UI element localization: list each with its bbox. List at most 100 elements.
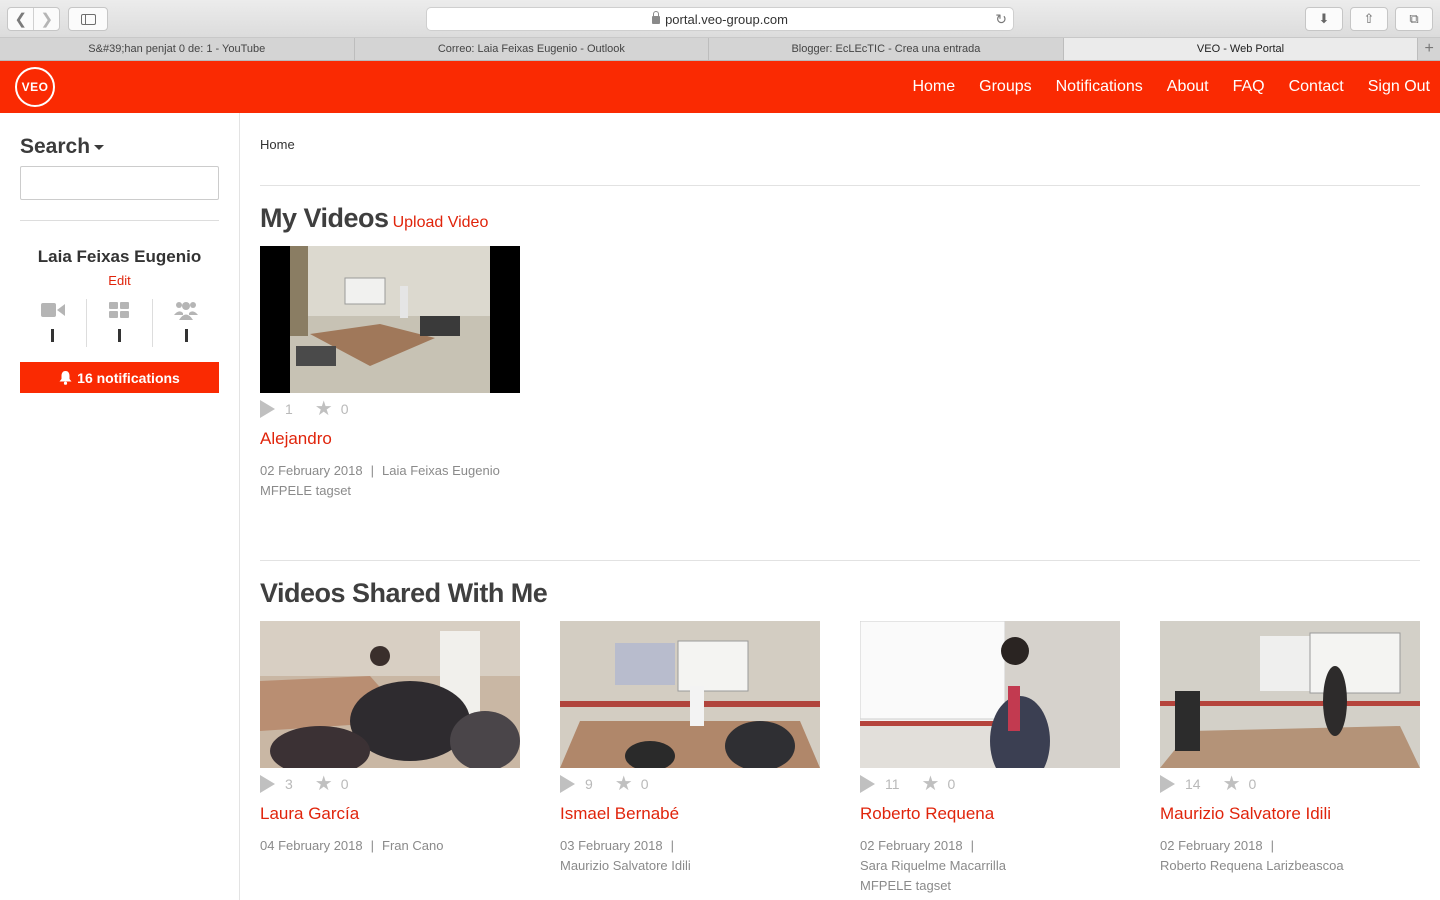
video-card: 1 ★ 0 Alejandro 02 February 2018 | Laia Fe… xyxy=(260,246,520,501)
nav-about[interactable]: About xyxy=(1167,78,1209,96)
my-videos-heading: My Videos Upload Video xyxy=(260,203,488,234)
sidebar-toggle-button[interactable] xyxy=(68,7,108,31)
star-count: 0 xyxy=(340,776,349,792)
tab-veo-portal[interactable]: VEO - Web Portal xyxy=(1063,38,1419,60)
grid-icon xyxy=(109,299,130,321)
video-thumbnail[interactable] xyxy=(260,246,520,393)
meta-separator: | xyxy=(370,463,375,478)
nav-home[interactable]: Home xyxy=(912,78,955,96)
back-button[interactable]: ❮ xyxy=(8,8,33,30)
view-count: 11 xyxy=(885,776,900,792)
stat-videos[interactable] xyxy=(20,299,86,347)
user-stats xyxy=(20,299,219,347)
video-card: 11 ★ 0 Roberto Requena 02 February 2018 |… xyxy=(860,621,1120,896)
star-icon: ★ xyxy=(1222,773,1241,795)
video-metrics: 1 ★ 0 xyxy=(260,399,520,419)
stat-videos-value xyxy=(51,329,55,342)
video-thumbnail[interactable] xyxy=(1160,621,1420,768)
reload-icon[interactable]: ↻ xyxy=(995,11,1007,28)
stat-groups-value xyxy=(184,329,188,342)
download-icon: ⬇ xyxy=(1318,11,1330,26)
upload-video-link[interactable]: Upload Video xyxy=(393,214,489,231)
video-date: 02 February 2018 xyxy=(1160,838,1263,853)
forward-button[interactable]: ❯ xyxy=(33,8,59,30)
video-title-link[interactable]: Roberto Requena xyxy=(860,804,1120,824)
nav-faq[interactable]: FAQ xyxy=(1233,78,1265,96)
video-author: Laia Feixas Eugenio xyxy=(382,463,500,478)
star-count: 0 xyxy=(947,776,956,792)
users-icon xyxy=(174,299,199,321)
downloads-button[interactable]: ⬇ xyxy=(1305,7,1343,31)
veo-logo[interactable]: VEO xyxy=(15,67,55,107)
play-icon xyxy=(860,775,875,793)
tabs-overview-button[interactable]: ⧉ xyxy=(1395,7,1433,31)
video-title-link[interactable]: Ismael Bernabé xyxy=(560,804,820,824)
notifications-button[interactable]: 16 notifications xyxy=(20,362,219,393)
tab-strip: S&#39;han penjat 0 de: 1 - YouTube Corre… xyxy=(0,38,1440,61)
divider xyxy=(260,185,1420,186)
star-icon: ★ xyxy=(314,773,333,795)
sidebar-icon xyxy=(80,13,96,25)
video-meta: 02 February 2018 | Sara Riquelme Macarril… xyxy=(860,836,1120,896)
star-icon: ★ xyxy=(314,398,333,420)
video-meta: 04 February 2018 | Fran Cano xyxy=(260,836,520,856)
tab-outlook[interactable]: Correo: Laia Feixas Eugenio - Outlook xyxy=(355,38,710,60)
tabs-icon: ⧉ xyxy=(1409,11,1419,26)
view-count: 3 xyxy=(285,776,293,792)
stat-groups[interactable] xyxy=(152,299,219,347)
search-input[interactable] xyxy=(20,166,219,200)
nav-sign-out[interactable]: Sign Out xyxy=(1368,78,1430,96)
video-title-link[interactable]: Alejandro xyxy=(260,429,520,449)
video-title-link[interactable]: Maurizio Salvatore Idili xyxy=(1160,804,1420,824)
view-count: 1 xyxy=(285,401,293,417)
address-bar[interactable]: portal.veo-group.com ↻ xyxy=(426,7,1014,31)
video-metrics: 9 ★ 0 xyxy=(560,774,820,794)
plus-icon: + xyxy=(1424,40,1434,57)
stat-collections[interactable] xyxy=(85,299,153,347)
video-date: 02 February 2018 xyxy=(860,838,963,853)
main-nav: Home Groups Notifications About FAQ Cont… xyxy=(912,61,1430,113)
site-header: VEO Home Groups Notifications About FAQ … xyxy=(0,61,1440,113)
tab-blogger[interactable]: Blogger: EcLEcTIC - Crea una entrada xyxy=(709,38,1064,60)
view-count: 14 xyxy=(1185,776,1201,792)
search-dropdown[interactable]: Search xyxy=(20,135,105,159)
edit-profile-link[interactable]: Edit xyxy=(0,273,239,288)
play-icon xyxy=(260,400,275,418)
nav-contact[interactable]: Contact xyxy=(1289,78,1344,96)
video-card: 14 ★ 0 Maurizio Salvatore Idili 02 Febru… xyxy=(1160,621,1420,876)
video-thumbnail[interactable] xyxy=(260,621,520,768)
play-icon xyxy=(1160,775,1175,793)
breadcrumb[interactable]: Home xyxy=(260,137,295,152)
shared-videos-title: Videos Shared With Me xyxy=(260,578,548,608)
video-thumbnail[interactable] xyxy=(560,621,820,768)
caret-down-icon xyxy=(94,144,105,150)
video-card: 9 ★ 0 Ismael Bernabé 03 February 2018 | M… xyxy=(560,621,820,876)
user-name: Laia Feixas Eugenio xyxy=(37,247,202,266)
nav-groups[interactable]: Groups xyxy=(979,78,1031,96)
tab-youtube[interactable]: S&#39;han penjat 0 de: 1 - YouTube xyxy=(0,38,355,60)
share-button[interactable]: ⇧ xyxy=(1350,7,1388,31)
search-title: Search xyxy=(20,135,91,158)
history-nav: ❮ ❯ xyxy=(7,7,60,31)
video-thumbnail[interactable] xyxy=(860,621,1120,768)
video-author: Maurizio Salvatore Idili xyxy=(560,858,691,873)
meta-separator: | xyxy=(370,838,375,853)
video-metrics: 3 ★ 0 xyxy=(260,774,520,794)
video-title-link[interactable]: Laura García xyxy=(260,804,520,824)
video-camera-icon xyxy=(40,299,65,321)
nav-notifications[interactable]: Notifications xyxy=(1056,78,1143,96)
left-sidebar: Search Laia Feixas Eugenio Edit 16 notif… xyxy=(0,113,240,900)
chevron-right-icon: ❯ xyxy=(40,11,54,28)
video-date: 03 February 2018 xyxy=(560,838,663,853)
play-icon xyxy=(260,775,275,793)
view-count: 9 xyxy=(585,776,593,792)
video-meta: 02 February 2018 | Laia Feixas Eugenio MFP… xyxy=(260,461,520,501)
star-count: 0 xyxy=(340,401,349,417)
meta-separator: | xyxy=(670,838,675,853)
stat-collections-value xyxy=(118,329,121,342)
divider xyxy=(20,220,219,221)
video-date: 02 February 2018 xyxy=(260,463,363,478)
video-meta: 03 February 2018 | Maurizio Salvatore Idi… xyxy=(560,836,820,876)
new-tab-button[interactable]: + xyxy=(1418,38,1440,60)
star-icon: ★ xyxy=(614,773,633,795)
